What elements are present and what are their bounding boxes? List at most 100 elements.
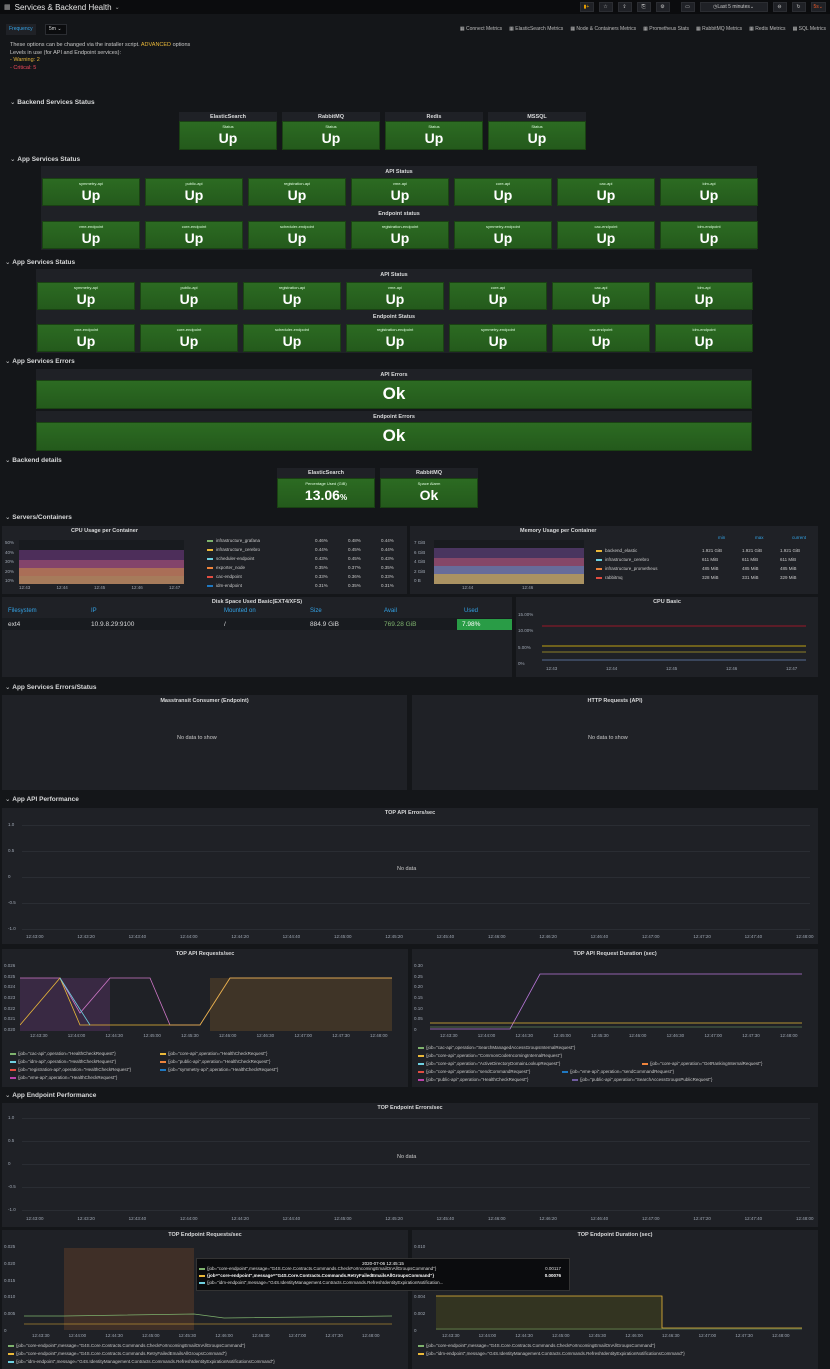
api-requests-y-tick: 0.022 [4,1005,16,1011]
api-duration-legend-item[interactable]: {job="core-api",operation="ActiveDirecto… [418,1061,560,1066]
row-app-status-2[interactable]: App Services Status [5,258,75,266]
api-duration-y-tick: 0 [414,1027,417,1032]
grid-line [22,1164,810,1165]
info-warning: - Warning: 2 [10,57,40,63]
api-duration-y-tick: 0.05 [414,1016,423,1022]
cpu-legend-item[interactable]: idm-endpoint [207,583,242,588]
chevron-down-icon[interactable]: ⌄ [115,4,120,11]
mem-col-header[interactable]: max [755,535,764,540]
cpu-basic-chart [542,625,806,661]
dashboard-link[interactable]: ▦ SQL Metrics [793,26,826,32]
row-endpoint-perf[interactable]: App Endpoint Performance [5,1091,96,1099]
mem-col-header[interactable]: current [792,535,806,540]
legend-label: infrastructure_prometheus [605,566,658,571]
dashboard-link[interactable]: ▦ ElasticSearch Metrics [509,26,563,32]
row-app-errors[interactable]: App Services Errors [5,357,75,365]
api-status-stat-label: vme-api [392,181,408,186]
disk-col-header[interactable]: Size [310,608,322,614]
dashboard-title[interactable]: Services & Backend Health [15,3,112,12]
api-status-stat-label: public-api [185,181,203,186]
row-api-perf[interactable]: App API Performance [5,795,79,803]
share-icon[interactable]: ⇪ [617,2,632,12]
api-duration-legend-item[interactable]: {job="public-api",operation="SearchAcces… [572,1077,712,1082]
mem-col-header[interactable]: min [718,535,725,540]
cpu-legend-item[interactable]: infrastructure_cerebro [207,547,260,552]
endpoint-requests-legend-item[interactable]: {job="idm-endpoint",message="G4S.Identit… [8,1359,275,1364]
api-requests-legend-item[interactable]: {job="public-api",operation="HealthCheck… [160,1059,270,1064]
mem-legend-value: 329 MiB [780,575,797,580]
mem-legend-item[interactable]: backend_elastic [596,548,637,553]
endpoint-duration-legend-item[interactable]: {job="core-endpoint",message="G4S.Core.C… [418,1343,655,1348]
api-duration-legend-item[interactable]: {job="core-api",operation="GetRankingInt… [642,1061,762,1066]
dashboard-link[interactable]: ▦ Connect Metrics [460,26,502,32]
api-errors-stat: Ok [36,380,752,409]
legend-swatch [418,1054,424,1057]
mem-y-tick: 7 GiB [414,540,426,545]
api-duration-legend-item[interactable]: {job="vme-api",operation="sendCommandReq… [562,1069,674,1074]
api-requests-legend-item[interactable]: {job="idm-api",operation="HealthCheckReq… [10,1059,116,1064]
endpoint-requests-legend-item[interactable]: {job="core-endpoint",message="G4S.Core.C… [8,1351,227,1356]
info-line: options [172,42,191,48]
cpu-legend-value: 0.44% [315,547,328,552]
dashboard-link[interactable]: ▦ Redis Metrics [749,26,785,32]
backend-stat-label: Status [428,124,440,129]
mem-legend-item[interactable]: rabbitmq [596,575,623,580]
endpoint-errors-x-tick: 12:47:40 [744,1216,763,1221]
api-status-stat: symmetry-api Up [42,178,140,206]
api-errors-x-tick: 12:44:40 [282,934,301,939]
dashboard-link[interactable]: ▦ Node & Containers Metrics [570,26,636,32]
gear-icon[interactable]: ⚙ [655,2,670,12]
api-requests-legend-item[interactable]: {job="core-api",operation="HealthCheckRe… [160,1051,267,1056]
endpoint-status-stat-value: Up [493,230,513,246]
cpu-legend-item[interactable]: infrastructure_grafana [207,538,260,543]
api-requests-legend-item[interactable]: {job="registration-api",operation="Healt… [10,1067,131,1072]
api-duration-legend-item[interactable]: {job="core-api",operation="CommonCodeInc… [418,1053,562,1058]
endpoint-requests-legend-item[interactable]: {job="core-endpoint",message="G4S.Core.C… [8,1343,245,1348]
api-duration-legend-item[interactable]: {job="cac-api",operation="SearchManagedA… [418,1045,575,1050]
api-requests-x-tick: 12:48:00 [370,1033,388,1038]
row-app-status[interactable]: App Services Status [10,155,80,163]
row-backend-status[interactable]: Backend Services Status [10,98,94,106]
endpoint-errors-x-tick: 12:45:20 [385,1216,403,1221]
api-requests-legend-item[interactable]: {job="symmetry-api",operation="HealthChe… [160,1067,278,1072]
mem-legend-item[interactable]: infrastructure_cerebro [596,557,649,562]
row-errors-status[interactable]: App Services Errors/Status [5,683,96,691]
row-backend-details[interactable]: Backend details [5,456,62,464]
refresh-interval[interactable]: 5s ⌄ [810,2,826,12]
time-picker[interactable]: ◷ Last 5 minutes ⌄ [699,2,768,12]
endpoint-errors-y-tick: 0 [8,1161,11,1166]
endpoint-duration-legend-item[interactable]: {job="idm-endpoint",message="G4S.Identit… [418,1351,685,1356]
cpu-legend-value: 0.45% [348,547,361,552]
cpu-legend-item[interactable]: scheduler-endpoint [207,556,254,561]
frequency-select[interactable]: 5m ⌄ [45,24,67,35]
star-icon[interactable]: ☆ [598,2,613,12]
save-icon[interactable]: ⎘ [636,2,651,12]
api-requests-legend-item[interactable]: {job="cac-api",operation="HealthCheckReq… [10,1051,116,1056]
tv-icon[interactable]: ▭ [680,2,695,12]
disk-col-header[interactable]: Filesystem [8,608,37,614]
zoom-out-icon[interactable]: ⊖ [772,2,787,12]
grid-line [22,1141,810,1142]
endpoint-errors-panel: Endpoint Errors Ok [36,411,752,451]
refresh-icon[interactable]: ↻ [791,2,806,12]
add-panel-icon[interactable]: ▮+ [579,2,594,12]
cpu-legend-item[interactable]: exporter_node [207,565,245,570]
api-errors-y-tick: -0.5 [8,900,16,905]
cpu-legend-item[interactable]: cac-endpoint [207,574,242,579]
apps-icon[interactable]: ▦ [4,3,11,11]
api-status-stat: vme-api Up [351,178,449,206]
dashboard-link[interactable]: ▦ Prometheus Stats [643,26,689,32]
disk-col-header[interactable]: Used [464,608,478,614]
legend-swatch [10,1068,16,1071]
row-servers[interactable]: Servers/Containers [5,513,72,521]
dashboard-link[interactable]: ▦ RabbitMQ Metrics [696,26,742,32]
disk-col-header[interactable]: Mounted on [224,608,256,614]
api-duration-legend-item[interactable]: {job="public-api",operation="HealthCheck… [418,1077,528,1082]
api-requests-legend-item[interactable]: {job="vme-api",operation="HealthCheckReq… [10,1075,117,1080]
api-duration-legend-item[interactable]: {job="core-api",operation="sendCommandRe… [418,1069,530,1074]
disk-col-header[interactable]: Avail [384,608,397,614]
backend-stat-title: Redis [426,114,442,120]
api-requests-panel: TOP API Requests/sec 0.026 0.025 0.024 0.02… [2,949,408,1087]
mem-legend-item[interactable]: infrastructure_prometheus [596,566,658,571]
disk-col-header[interactable]: IP [91,608,97,614]
